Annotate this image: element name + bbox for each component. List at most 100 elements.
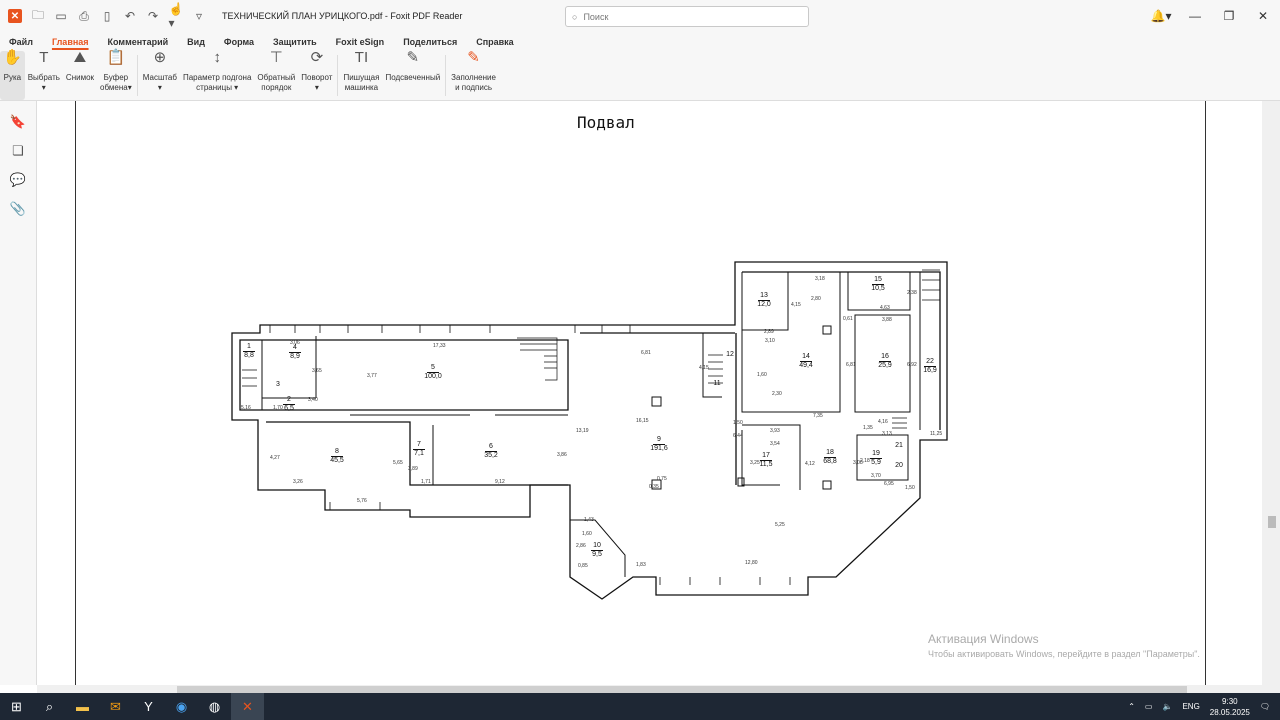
dimension-label: 16,15 — [636, 418, 649, 424]
room-area: 8,9 — [290, 353, 300, 360]
yandex-browser-icon[interactable]: Y — [132, 693, 165, 720]
dimension-label: 2,89 — [764, 329, 774, 335]
dimension-label: 3,06 — [290, 340, 300, 346]
dimension-label: 2,80 — [811, 296, 821, 302]
volume-icon[interactable]: 🔈 — [1162, 702, 1172, 711]
activation-text: Чтобы активировать Windows, перейдите в … — [928, 649, 1200, 659]
time: 9:30 — [1222, 696, 1238, 706]
dimension-label: 3,93 — [770, 428, 780, 434]
dimension-label: 0,85 — [578, 563, 588, 569]
dimension-label: 2,30 — [772, 391, 782, 397]
dimension-label: 3,65 — [312, 368, 322, 374]
room-label-20: 20 — [885, 462, 913, 470]
dimension-label: 1,70 — [273, 405, 283, 411]
dimension-label: 5,25 — [775, 522, 785, 528]
dimension-label: 0,61 — [843, 316, 853, 322]
room-number: 1 — [243, 343, 255, 352]
dimension-label: 4,27 — [270, 455, 280, 461]
date: 28.05.2025 — [1209, 707, 1250, 717]
room-number: 20 — [895, 462, 903, 469]
browser-icon[interactable]: ◉ — [165, 693, 198, 720]
room-label-15: 15 10,5 — [864, 276, 892, 293]
dimension-label: 6,92 — [907, 362, 917, 368]
room-number: 22 — [924, 358, 936, 367]
dimension-label: 3,88 — [882, 317, 892, 323]
dimension-label: 9,12 — [495, 479, 505, 485]
room-label-6: 6 35,2 — [477, 443, 505, 460]
staircase — [242, 269, 940, 429]
room-number: 19 — [870, 450, 882, 459]
dimension-label: 3,13 — [882, 431, 892, 437]
dimension-label: 3,18 — [815, 276, 825, 282]
dimension-label: 5,76 — [357, 498, 367, 504]
room-number: 16 — [879, 353, 891, 362]
room-number: 12 — [726, 351, 734, 358]
taskbar: ⊞ ⌕ ▬ ✉ Y ◉ ◍ ✕ ⌃ ▭ 🔈 ENG 9:30 28.05.2025… — [0, 693, 1280, 720]
dimension-label: 0,35 — [649, 484, 659, 490]
room-label-9: 9 191,6 — [645, 436, 673, 453]
room-number: 13 — [758, 292, 770, 301]
dimension-label: 3,86 — [557, 452, 567, 458]
room-label-8: 8 45,5 — [323, 448, 351, 465]
room-label-7: 7 7,1 — [405, 441, 433, 458]
room-number: 17 — [760, 452, 772, 461]
dimension-label: 6,44 — [733, 433, 743, 439]
outlook-icon[interactable]: ✉ — [99, 693, 132, 720]
dimension-label: 2,18 — [860, 458, 870, 464]
clock[interactable]: 9:30 28.05.2025 — [1210, 696, 1250, 718]
room-number: 5 — [427, 364, 439, 373]
vertical-scrollbar[interactable] — [1262, 101, 1280, 685]
room-area: 8,8 — [244, 352, 254, 359]
room-number: 2 — [283, 396, 295, 405]
room-label-10: 10 9,5 — [583, 542, 611, 559]
dimension-label: 11,25 — [930, 431, 943, 437]
dimension-label: 2,86 — [576, 543, 586, 549]
floor-plan — [231, 261, 948, 600]
dimension-label: 4,63 — [880, 305, 890, 311]
notifications-icon[interactable]: 🗨 — [1260, 702, 1270, 711]
file-explorer-icon[interactable]: ▬ — [66, 693, 99, 720]
dimension-label: 3,26 — [293, 479, 303, 485]
room-number: 21 — [895, 442, 903, 449]
dimension-label: 1,60 — [757, 372, 767, 378]
dimension-label: 3,54 — [770, 441, 780, 447]
tray-chevron-icon[interactable]: ⌃ — [1128, 702, 1135, 711]
dimension-label: 3,25 — [750, 460, 760, 466]
dimension-label: 12,80 — [745, 560, 758, 566]
language-indicator[interactable]: ENG — [1182, 702, 1199, 711]
room-area: 7,1 — [414, 450, 424, 457]
room-number: 14 — [800, 353, 812, 362]
room-area: 12,0 — [757, 301, 771, 308]
room-label-14: 14 49,4 — [792, 353, 820, 370]
dimension-label: 13,19 — [576, 428, 589, 434]
dimension-label: 6,81 — [641, 350, 651, 356]
room-label-3: 3 — [264, 381, 292, 389]
room-number: 15 — [872, 276, 884, 285]
dimension-label: 2,38 — [907, 290, 917, 296]
windows-start-icon[interactable]: ⊞ — [0, 693, 33, 720]
room-number: 3 — [276, 381, 280, 388]
app-icon[interactable]: ◍ — [198, 693, 231, 720]
dimension-label: 1,60 — [582, 531, 592, 537]
windows-activation-watermark: Активация Windows Чтобы активировать Win… — [928, 632, 1200, 659]
dimension-label: 1,83 — [636, 562, 646, 568]
room-label-18: 18 68,8 — [816, 449, 844, 466]
room-number: 11 — [713, 380, 721, 387]
room-area: 16,9 — [923, 367, 937, 374]
dimension-label: 4,16 — [878, 419, 888, 425]
foxit-taskbar-icon[interactable]: ✕ — [231, 693, 264, 720]
room-number: 9 — [653, 436, 665, 445]
network-icon[interactable]: ▭ — [1145, 702, 1153, 711]
dimension-label: 6,95 — [884, 481, 894, 487]
search-icon[interactable]: ⌕ — [33, 693, 66, 720]
room-area: 9,5 — [592, 551, 602, 558]
room-area: 191,6 — [650, 445, 668, 452]
dimension-label: 1,50 — [905, 485, 915, 491]
dimension-label: 3,89 — [408, 466, 418, 472]
room-number: 10 — [591, 542, 603, 551]
room-label-5: 5 100,0 — [419, 364, 447, 381]
room-label-12: 12 — [716, 351, 744, 359]
room-label-11: 11 — [703, 380, 731, 388]
dimension-label: 3,70 — [871, 473, 881, 479]
dimension-label: 4,15 — [699, 365, 709, 371]
